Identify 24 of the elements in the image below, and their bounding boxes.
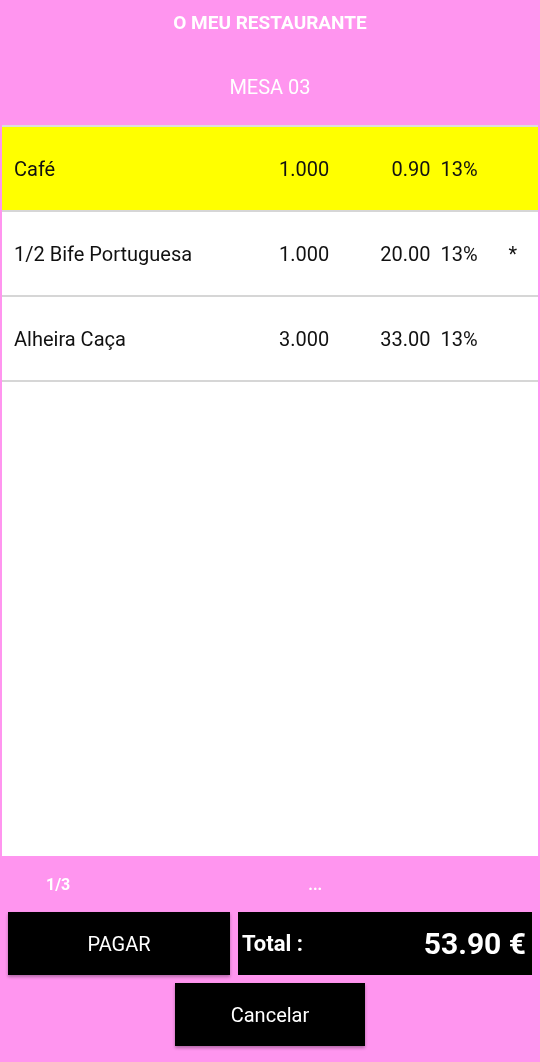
item-name: Café (13, 156, 57, 181)
total-label: Total : (242, 931, 303, 956)
item-price: 33.00 (379, 326, 431, 351)
item-tax: 13% (439, 156, 479, 181)
item-quantity: 3.000 (278, 326, 330, 351)
cancel-button[interactable]: Cancelar (175, 983, 365, 1046)
item-name: 1/2 Bife Portuguesa (13, 241, 194, 266)
order-row[interactable]: Alheira Caça 3.000 33.00 13% (2, 297, 538, 382)
total-amount: 53.90 € (423, 926, 526, 961)
app-title: O MEU RESTAURANTE (173, 11, 367, 34)
item-mark: * (508, 241, 518, 266)
item-name: Alheira Caça (13, 326, 127, 351)
page-indicator: 1/3 (46, 874, 71, 894)
pay-button[interactable]: PAGAR (8, 912, 230, 975)
more-indicator: ... (308, 874, 323, 894)
item-quantity: 1.000 (278, 156, 330, 181)
item-tax: 13% (439, 326, 479, 351)
order-row[interactable]: Café 1.000 0.90 13% (2, 127, 538, 212)
item-price: 0.90 (390, 156, 431, 181)
order-row[interactable]: 1/2 Bife Portuguesa 1.000 20.00 13% * (2, 212, 538, 297)
table-title: MESA 03 (229, 75, 311, 99)
item-quantity: 1.000 (278, 241, 330, 266)
item-tax: 13% (439, 241, 479, 266)
item-price: 20.00 (379, 241, 431, 266)
